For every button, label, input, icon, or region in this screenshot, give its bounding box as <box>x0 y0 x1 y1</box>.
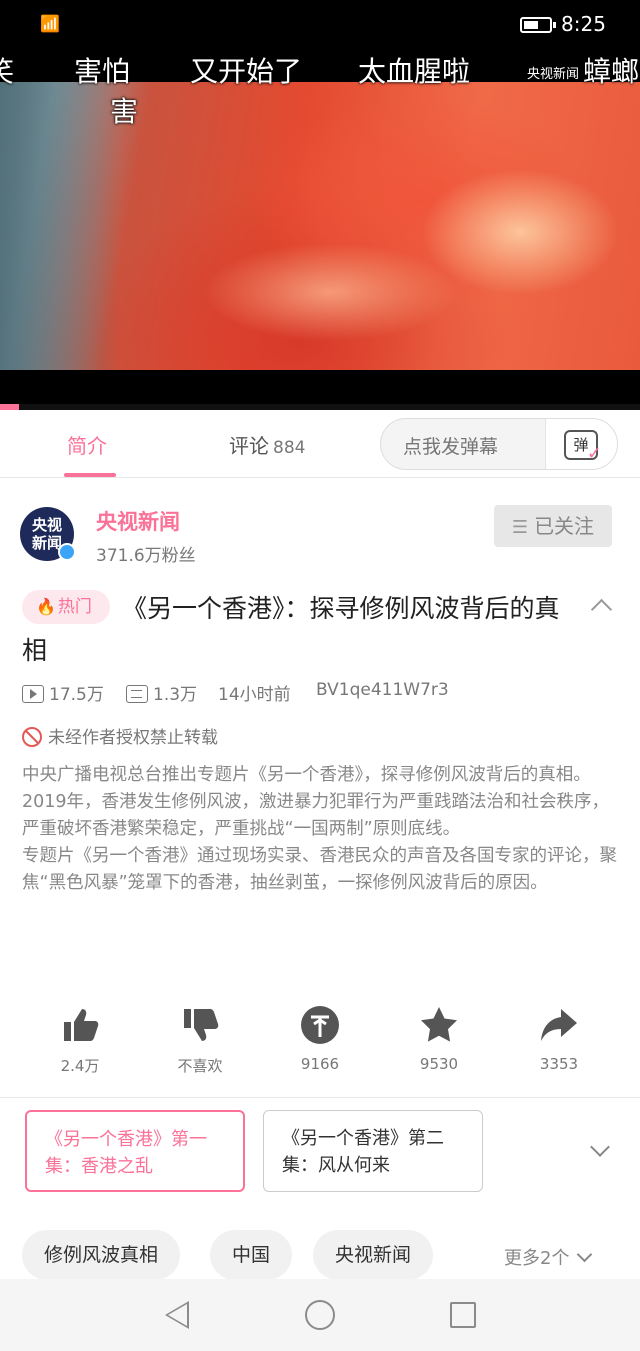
danmaku-comment: 笑 <box>0 55 15 88</box>
collapse-chevron-icon[interactable] <box>590 594 612 616</box>
back-icon[interactable] <box>165 1301 189 1329</box>
time-ago: 14小时前 <box>218 685 291 705</box>
play-count-icon <box>22 685 44 703</box>
status-time: 8:25 <box>561 12 606 36</box>
description-paragraph: 2019年，香港发生修例风波，激进暴力犯罪行为严重践踏法治和社会秩序，严重破坏香… <box>22 792 610 839</box>
tag-chip[interactable]: 央视新闻 <box>313 1230 434 1280</box>
status-bar: 📶 8:25 <box>0 0 640 50</box>
danmaku-toggle-button[interactable]: 弹 ✓ <box>545 419 617 469</box>
divider <box>0 1097 640 1098</box>
home-icon[interactable] <box>305 1300 335 1330</box>
system-nav-bar <box>0 1279 640 1351</box>
episode-card[interactable]: 《另一个香港》第二集：风从何来 <box>263 1110 483 1192</box>
danmaku-comment: 蟑螂 <box>583 55 640 88</box>
danmaku-comment: 害 <box>110 95 139 128</box>
signal-icon: 📶 <box>40 14 60 33</box>
favorite-count: 9530 <box>419 1055 459 1073</box>
verified-icon <box>58 543 76 561</box>
tag-chip[interactable]: 修例风波真相 <box>22 1230 181 1280</box>
view-count: 17.5万 <box>49 685 104 705</box>
share-count: 3353 <box>539 1055 579 1073</box>
danmaku-comment: 害怕 <box>74 55 131 88</box>
avatar[interactable]: 央视新闻 <box>20 507 76 561</box>
menu-icon: ☰ <box>511 517 529 538</box>
flame-icon: 🔥 <box>36 597 56 616</box>
share-button[interactable]: 3353 <box>519 1005 599 1073</box>
danmaku-icon: 弹 ✓ <box>564 430 602 463</box>
bvid: BV1qe411W7r3 <box>316 680 449 700</box>
danmaku-input[interactable]: 点我发弹幕 弹 ✓ <box>380 418 618 470</box>
follow-label: 已关注 <box>534 514 595 538</box>
follow-button[interactable]: ☰ 已关注 <box>494 505 612 547</box>
danmaku-count: 1.3万 <box>153 685 198 705</box>
expand-episodes-chevron-icon[interactable] <box>590 1140 610 1160</box>
danmaku-count-icon <box>126 685 148 703</box>
description-paragraph: 专题片《另一个香港》通过现场实录、香港民众的声音及各国专家的评论，聚焦“黑色风暴… <box>22 846 617 893</box>
video-frame[interactable] <box>0 82 640 370</box>
recent-apps-icon[interactable] <box>450 1302 476 1328</box>
tab-comments[interactable]: 评论 884 <box>229 430 305 459</box>
like-count: 2.4万 <box>60 1057 100 1075</box>
description-paragraph: 中央广播电视总台推出专题片《另一个香港》，探寻修例风波背后的真相。 <box>22 765 591 785</box>
danmaku-comment: 又开始了 <box>190 55 303 88</box>
tab-bar: 简介 评论 884 点我发弹幕 弹 ✓ <box>0 410 640 478</box>
chevron-down-icon <box>577 1246 593 1263</box>
thumbs-down-icon <box>184 1009 219 1041</box>
hot-badge: 🔥 热门 <box>22 590 110 624</box>
tag-chip[interactable]: 中国 <box>210 1230 293 1280</box>
episode-card[interactable]: 《另一个香港》第一集：香港之乱 <box>25 1110 245 1192</box>
dislike-button[interactable]: 不喜欢 <box>160 1005 240 1076</box>
favorite-button[interactable]: 9530 <box>399 1005 479 1073</box>
video-player[interactable]: 📶 8:25 笑 害怕 又开始了 太血腥啦 央视新闻 蟑螂 害 <box>0 0 640 410</box>
battery-icon <box>520 17 556 33</box>
share-icon <box>541 1009 577 1041</box>
danmaku-comment: 央视新闻 <box>527 67 580 82</box>
coin-icon <box>301 1006 339 1044</box>
ban-icon <box>22 727 42 747</box>
thumbs-up-icon <box>64 1009 99 1041</box>
no-repost-notice: 未经作者授权禁止转载 <box>22 723 218 748</box>
tab-intro[interactable]: 简介 <box>67 430 107 459</box>
like-button[interactable]: 2.4万 <box>40 1005 120 1076</box>
star-icon <box>421 1007 457 1042</box>
uploader-name[interactable]: 央视新闻 <box>96 506 180 536</box>
tab-comments-label: 评论 <box>229 434 269 458</box>
comments-count: 884 <box>273 438 306 458</box>
uploader-fans: 371.6万粉丝 <box>96 546 196 566</box>
dislike-label: 不喜欢 <box>177 1057 223 1075</box>
coin-button[interactable]: 9166 <box>280 1005 360 1073</box>
danmaku-placeholder: 点我发弹幕 <box>403 436 499 458</box>
more-tags-button[interactable]: 更多2个 <box>504 1244 593 1270</box>
danmaku-comment: 太血腥啦 <box>358 55 471 88</box>
video-description: 中央广播电视总台推出专题片《另一个香港》，探寻修例风波背后的真相。 2019年，… <box>22 762 622 897</box>
tab-indicator <box>64 473 116 477</box>
coin-count: 9166 <box>300 1055 340 1073</box>
